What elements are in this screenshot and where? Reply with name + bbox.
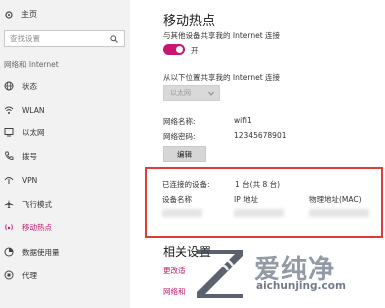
sidebar-item-vpn[interactable]: VPN	[0, 170, 130, 190]
chevron-down-icon	[208, 91, 214, 96]
network-password-value: 12345678901	[234, 131, 287, 140]
sidebar-item-status[interactable]: 状态	[0, 76, 130, 96]
sidebar-item-data-usage[interactable]: 数据使用量	[0, 242, 130, 262]
sidebar-item-label: WLAN	[22, 105, 45, 115]
sidebar-item-airplane[interactable]: 飞行模式	[0, 194, 130, 214]
sidebar-home[interactable]: 主页	[4, 9, 37, 20]
search-input[interactable]: 查找设置	[4, 30, 125, 47]
toggle-knob	[176, 46, 183, 53]
data-usage-icon	[4, 247, 14, 257]
device-row-name-blurred	[162, 209, 202, 217]
home-label: 主页	[21, 10, 37, 19]
network-name-label: 网络名称:	[163, 117, 196, 126]
phone-icon	[5, 151, 14, 160]
search-placeholder: 查找设置	[10, 34, 40, 43]
sidebar-item-label: 拨号	[22, 151, 37, 161]
connected-devices-count: 1 台(共 8 台)	[235, 180, 281, 189]
ethernet-icon	[4, 128, 14, 137]
sidebar-item-label: VPN	[22, 175, 38, 185]
sidebar-item-label: 数据使用量	[22, 247, 60, 257]
share-from-label: 从以下位置共享我的 Internet 连接	[163, 73, 281, 82]
section-title: 网络和 Internet	[4, 60, 59, 69]
sidebar-item-hotspot[interactable]: 移动热点	[0, 217, 130, 237]
device-row-mac-blurred	[309, 209, 369, 217]
related-link-network[interactable]: 网络和	[163, 286, 186, 297]
sidebar-item-ethernet[interactable]: 以太网	[0, 122, 130, 142]
column-mac-address: 物理地址(MAC)	[309, 195, 362, 204]
column-device-name: 设备名称	[162, 195, 192, 204]
sidebar-item-wlan[interactable]: WLAN	[0, 100, 130, 120]
globe-icon	[4, 81, 14, 91]
sidebar-item-label: 代理	[22, 270, 37, 280]
sidebar-item-label: 飞行模式	[22, 199, 52, 209]
airplane-icon	[4, 199, 14, 208]
vpn-icon	[4, 177, 14, 184]
sidebar-item-dialup[interactable]: 拨号	[0, 146, 130, 166]
sidebar-item-label: 状态	[22, 81, 37, 91]
share-label: 与其他设备共享我的 Internet 连接	[163, 31, 281, 40]
dropdown-value: 以太网	[170, 89, 191, 97]
watermark-logo-icon	[197, 250, 243, 298]
toggle-state-label: 开	[191, 46, 199, 55]
connected-devices-panel: 已连接的设备: 1 台(共 8 台) 设备名称 IP 地址 物理地址(MAC)	[145, 167, 383, 238]
network-password-label: 网络密码:	[163, 132, 196, 141]
hotspot-icon	[5, 224, 13, 231]
search-icon	[110, 35, 118, 43]
watermark-url: aichunjing.com	[256, 280, 346, 292]
sidebar-item-label: 以太网	[22, 127, 45, 137]
sidebar: 主页 查找设置 网络和 Internet 状态 WLAN 以太网 拨号 VPN …	[0, 0, 130, 308]
related-link-adapter[interactable]: 更改适	[163, 265, 186, 276]
share-from-dropdown[interactable]: 以太网	[163, 85, 220, 101]
proxy-icon	[4, 270, 14, 280]
connected-devices-label: 已连接的设备:	[162, 180, 210, 189]
gear-icon	[5, 10, 13, 19]
edit-button[interactable]: 编辑	[163, 146, 206, 162]
page-title: 移动热点	[163, 14, 216, 29]
sidebar-item-proxy[interactable]: 代理	[0, 265, 130, 285]
hotspot-toggle[interactable]	[163, 44, 185, 55]
column-ip-address: IP 地址	[234, 195, 259, 204]
device-row-ip-blurred	[234, 209, 284, 217]
sidebar-item-label: 移动热点	[22, 222, 52, 232]
network-name-value: wifi1	[234, 116, 252, 125]
wifi-icon	[4, 106, 14, 114]
